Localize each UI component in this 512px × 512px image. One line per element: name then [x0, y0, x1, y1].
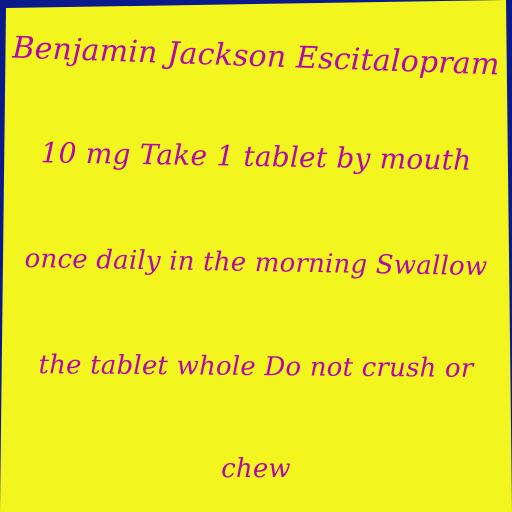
- note-line-1: Benjamin Jackson Escitalopram: [11, 30, 501, 83]
- note-line-2: 10 mg Take 1 tablet by mouth: [40, 136, 472, 177]
- sticky-note: Benjamin Jackson Escitalopram 10 mg Take…: [0, 0, 512, 512]
- note-line-4: the tablet whole Do not crush or: [38, 350, 474, 384]
- photo-scene: Benjamin Jackson Escitalopram 10 mg Take…: [0, 0, 512, 512]
- note-line-5: chew: [221, 454, 291, 484]
- note-line-3: once daily in the morning Swallow: [24, 243, 488, 283]
- handwritten-instructions: Benjamin Jackson Escitalopram 10 mg Take…: [0, 0, 512, 512]
